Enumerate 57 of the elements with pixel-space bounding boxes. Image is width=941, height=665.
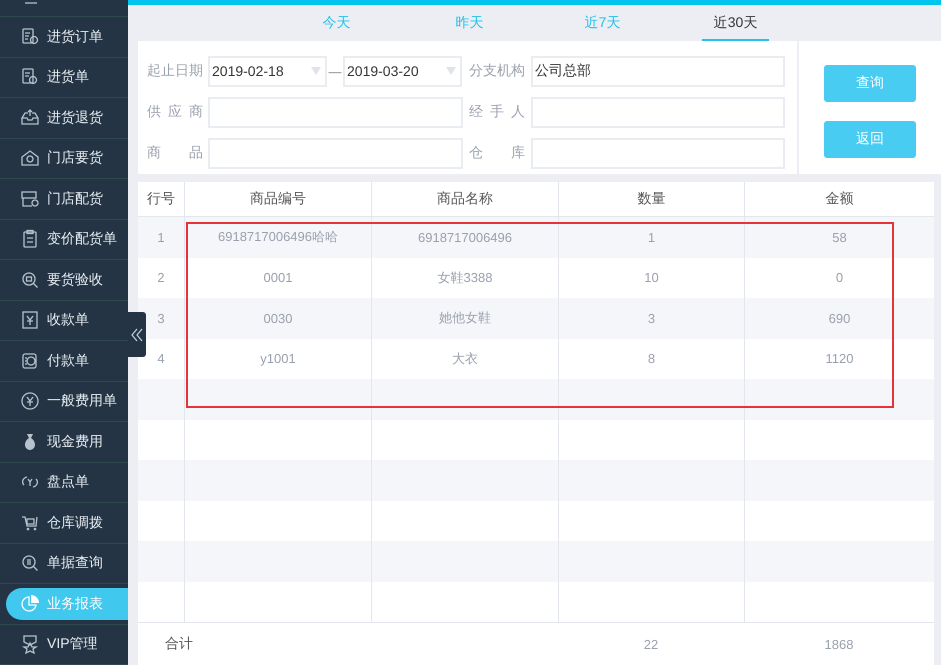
shop-icon	[20, 188, 40, 209]
double-chevron-icon	[131, 328, 143, 342]
table-cell: 0030	[184, 298, 371, 338]
column-header: 金额	[744, 182, 934, 216]
total-label: 合计	[165, 635, 193, 653]
collapse-button[interactable]	[128, 312, 146, 357]
sidebar-item[interactable]: VIP管理	[6, 628, 128, 660]
column-header: 商品名称	[371, 182, 558, 216]
column-header: 商品编号	[184, 182, 371, 216]
table-cell: 690	[744, 298, 934, 338]
sidebar-item[interactable]: 现金费用	[6, 426, 128, 458]
input-field[interactable]: 公司总部	[531, 56, 785, 87]
house-icon	[20, 148, 40, 168]
table-cell-text: 4	[156, 350, 166, 368]
field-label: 供应商	[147, 103, 203, 122]
yen-coin-icon	[20, 391, 40, 412]
sidebar-item[interactable]: 门店要货	[6, 142, 128, 174]
date-field[interactable]: 2019-03-20	[343, 56, 462, 87]
sidebar-item[interactable]: 变价配货单	[6, 223, 128, 256]
sidebar-item[interactable]: 进货订单	[6, 20, 128, 53]
table-cell-text: 1	[156, 228, 166, 247]
table-cell: 3	[558, 298, 744, 338]
field-label: 经手人	[469, 103, 525, 122]
total-cell-text: 1868	[824, 636, 854, 652]
sidebar-item[interactable]: 仓库调拨	[6, 506, 128, 539]
table-cell: 1	[558, 217, 744, 258]
sidebar-item[interactable]: 进货单	[6, 61, 128, 94]
sidebar-item[interactable]: 付款单	[6, 344, 128, 377]
dropdown-arrow-icon	[311, 67, 321, 76]
field-label: 分支机构	[469, 62, 525, 80]
sidebar-item[interactable]: 门店配货	[6, 182, 128, 215]
sidebar-item[interactable]: 一般费用单	[6, 385, 128, 418]
field-label: 商品	[147, 144, 203, 162]
table-cell-text: 3	[156, 310, 166, 328]
date-field[interactable]: 2019-02-18	[208, 56, 327, 87]
field-label: 仓库	[469, 144, 525, 162]
table-cell-text: 2	[156, 269, 166, 288]
sidebar-item[interactable]: 单据查询	[6, 547, 128, 580]
dropdown-arrow-icon	[446, 67, 456, 76]
table-cell: 58	[744, 217, 934, 258]
sidebar-item[interactable]: 进货退货	[6, 102, 128, 134]
column-header: 数量	[558, 182, 744, 216]
document-icon	[20, 26, 40, 47]
range-separator: —	[328, 64, 342, 79]
search-icon	[20, 553, 40, 574]
sidebar-item[interactable]: 盘点单	[6, 466, 128, 498]
table-cell: 6918717006496哈哈	[184, 217, 371, 258]
table-cell: 她他女鞋	[371, 298, 558, 338]
table-cell: 6918717006496	[371, 217, 558, 258]
sidebar-item[interactable]: 收款单	[6, 304, 128, 336]
total-cell-text: 22	[642, 636, 660, 652]
pie-chart-icon	[20, 594, 40, 614]
column-header: 行号	[146, 189, 176, 208]
magnifier-icon	[20, 270, 40, 290]
field-label: 起止日期	[147, 62, 203, 80]
star-badge-icon	[20, 634, 40, 654]
sidebar-item[interactable]: 要货验收	[6, 264, 128, 296]
